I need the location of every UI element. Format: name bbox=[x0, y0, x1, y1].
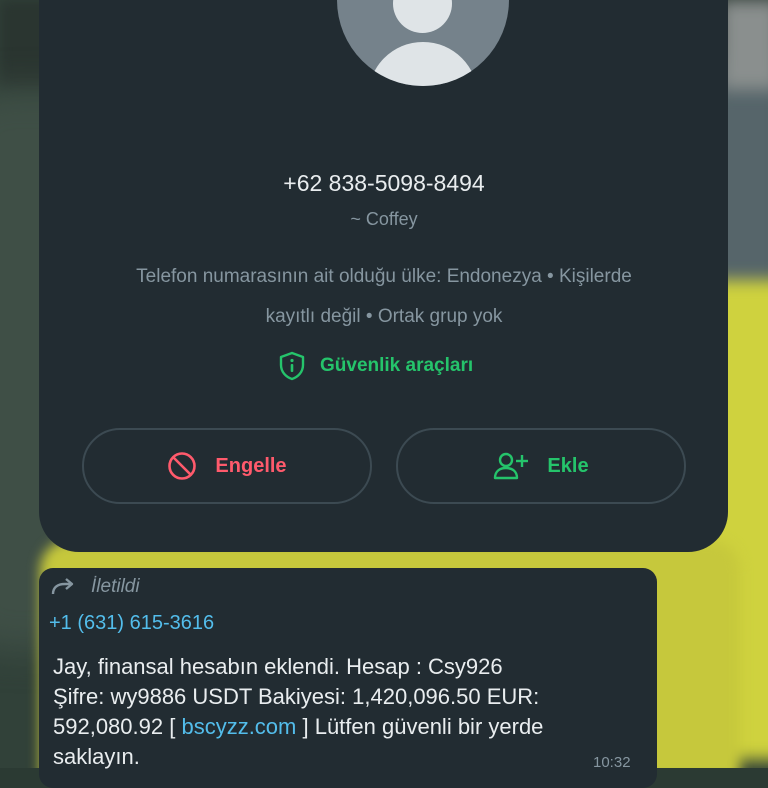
block-label: Engelle bbox=[215, 454, 287, 477]
contact-pushname: ~ Coffey bbox=[350, 209, 418, 229]
message-text-segment: ] Lütfen güvenli bir yerde bbox=[296, 714, 544, 739]
message-text: Jay, finansal hesabın eklendi. Hesap : C… bbox=[53, 652, 643, 772]
forward-icon bbox=[51, 578, 74, 595]
message-line: Şifre: wy9886 USDT Bakiyesi: 1,420,096.5… bbox=[53, 684, 540, 709]
contact-info-line: Telefon numarasının ait olduğu ülke: End… bbox=[136, 266, 632, 287]
security-tools-label: Güvenlik araçları bbox=[320, 355, 474, 376]
contact-info-text: Telefon numarasının ait olduğu ülke: End… bbox=[80, 257, 688, 337]
contact-phone-number: +62 838-5098-8494 bbox=[283, 170, 485, 196]
message-link[interactable]: bscyzz.com bbox=[181, 714, 296, 739]
add-contact-icon bbox=[494, 452, 529, 480]
block-button[interactable]: Engelle bbox=[82, 428, 372, 504]
contact-info-line: kayıtlı değil • Ortak grup yok bbox=[265, 306, 503, 327]
message-line: Jay, finansal hesabın eklendi. Hesap : C… bbox=[53, 654, 503, 679]
add-contact-label: Ekle bbox=[547, 454, 589, 477]
forwarded-label: İletildi bbox=[91, 576, 140, 597]
forwarded-indicator: İletildi bbox=[51, 576, 140, 598]
message-bubble[interactable]: İletildi +1 (631) 615-3616 Jay, finansal… bbox=[39, 568, 657, 788]
add-contact-button[interactable]: Ekle bbox=[396, 428, 686, 504]
message-line: 592,080.92 [ bscyzz.com ] Lütfen güvenli… bbox=[53, 712, 643, 742]
message-sender[interactable]: +1 (631) 615-3616 bbox=[49, 612, 214, 635]
shield-icon bbox=[279, 351, 305, 381]
message-timestamp: 10:32 bbox=[593, 754, 631, 771]
default-avatar-icon[interactable] bbox=[337, 0, 509, 86]
block-icon bbox=[168, 452, 197, 480]
message-text-segment: 592,080.92 [ bbox=[53, 714, 182, 739]
security-tools-link[interactable]: Güvenlik araçları bbox=[278, 348, 473, 384]
